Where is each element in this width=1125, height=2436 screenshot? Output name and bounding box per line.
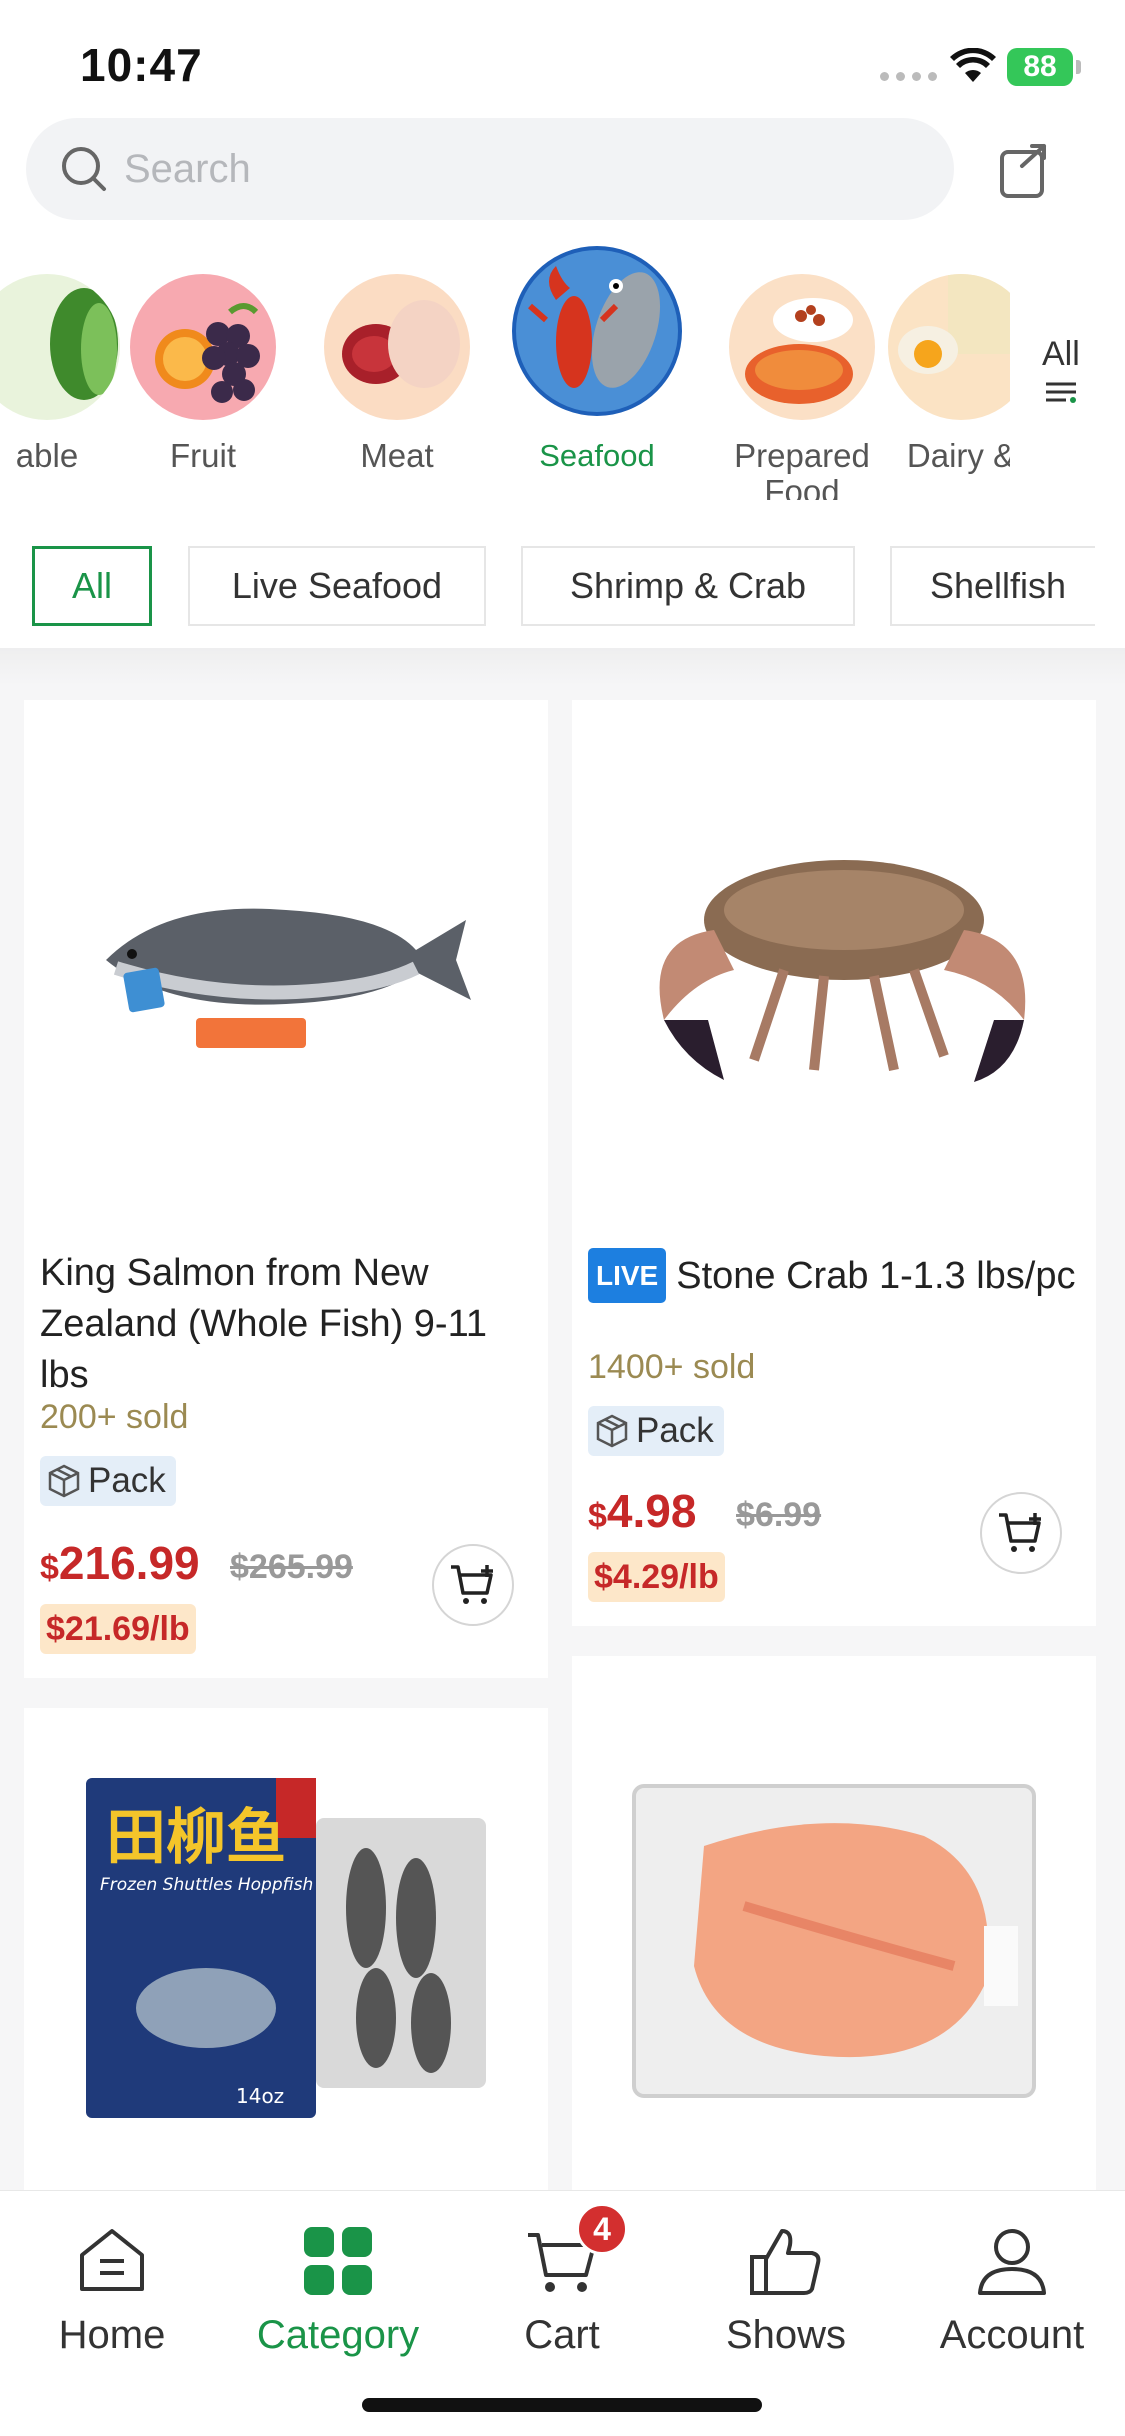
thumbs-up-icon <box>746 2221 826 2301</box>
search-bar[interactable] <box>26 118 954 220</box>
product-image <box>24 700 548 1220</box>
category-fruit[interactable]: Fruit <box>108 240 298 474</box>
live-badge: LIVE <box>588 1248 667 1303</box>
product-image <box>572 700 1096 1220</box>
seafood-image <box>512 246 682 416</box>
category-carousel: able Fruit Meat Seafood Prepared Food Da… <box>0 240 1125 500</box>
all-categories-button[interactable]: All <box>1042 335 1080 413</box>
fruit-image <box>130 274 276 420</box>
package-icon <box>596 1414 628 1448</box>
cellular-signal-icon <box>880 72 937 81</box>
sold-count: 200+ sold <box>40 1398 189 1436</box>
product-price: $4.98 <box>588 1485 697 1537</box>
tab-all[interactable]: All <box>32 546 152 626</box>
tab-live-seafood[interactable]: Live Seafood <box>188 546 486 626</box>
nav-account[interactable]: Account <box>912 2221 1112 2358</box>
category-seafood[interactable]: Seafood <box>502 240 692 474</box>
product-image <box>572 1696 1096 2176</box>
product-card[interactable]: LIVE Stone Crab 1-1.3 lbs/pc 1400+ sold P… <box>572 700 1096 1626</box>
subcategory-tabs: All Live Seafood Shrimp & Crab Shellfish <box>0 540 1125 630</box>
home-indicator <box>362 2398 762 2412</box>
unit-price: $4.29/lb <box>588 1552 725 1602</box>
tab-shellfish[interactable]: Shellfish <box>890 546 1125 626</box>
product-grid: King Salmon from New Zealand (Whole Fish… <box>0 686 1125 2190</box>
unit-price: $21.69/lb <box>40 1604 196 1654</box>
nav-category[interactable]: Category <box>238 2221 438 2358</box>
search-input[interactable] <box>124 146 884 192</box>
sold-count: 1400+ sold <box>588 1348 756 1386</box>
original-price: $265.99 <box>230 1548 353 1586</box>
pack-badge: Pack <box>40 1456 176 1506</box>
home-icon <box>72 2221 152 2301</box>
product-title: LIVE Stone Crab 1-1.3 lbs/pc <box>588 1248 1078 1303</box>
product-card[interactable] <box>572 1656 1096 2190</box>
svg-text:田柳鱼: 田柳鱼 <box>106 1803 286 1873</box>
pack-badge: Pack <box>588 1406 724 1456</box>
add-to-cart-icon <box>999 1513 1041 1552</box>
meat-image <box>324 274 470 420</box>
nav-shows[interactable]: Shows <box>686 2221 886 2358</box>
status-time: 10:47 <box>80 39 203 91</box>
section-divider <box>0 648 1125 686</box>
add-to-cart-button[interactable] <box>980 1492 1062 1574</box>
package-icon <box>48 1464 80 1498</box>
package-weight: 14oz <box>236 2084 284 2108</box>
product-card[interactable]: 田柳鱼 Frozen Shuttles Hoppfish 14oz <box>24 1708 548 2190</box>
tab-shrimp-crab[interactable]: Shrimp & Crab <box>521 546 855 626</box>
status-bar: 10:47 88 <box>0 0 1125 110</box>
menu-icon <box>1045 382 1076 403</box>
product-price: $216.99 <box>40 1537 200 1589</box>
vegetable-image <box>0 274 120 420</box>
wifi-icon <box>950 48 996 82</box>
product-card[interactable]: King Salmon from New Zealand (Whole Fish… <box>24 700 548 1678</box>
battery-indicator: 88 <box>1007 48 1081 86</box>
category-meat[interactable]: Meat <box>302 240 492 474</box>
prepared-food-image <box>729 274 875 420</box>
product-title: King Salmon from New Zealand (Whole Fish… <box>40 1252 488 1396</box>
cart-count-badge: 4 <box>576 2203 628 2255</box>
nav-home[interactable]: Home <box>12 2221 212 2358</box>
add-to-cart-button[interactable] <box>432 1544 514 1626</box>
category-grid-icon <box>298 2221 378 2301</box>
nav-cart[interactable]: Cart <box>462 2221 662 2358</box>
product-image: 田柳鱼 Frozen Shuttles Hoppfish 14oz <box>24 1708 548 2188</box>
add-to-cart-icon <box>451 1565 493 1604</box>
package-label: Frozen Shuttles Hoppfish <box>100 1875 313 1895</box>
search-icon <box>58 143 110 195</box>
original-price: $6.99 <box>736 1496 822 1534</box>
share-icon[interactable] <box>992 138 1056 202</box>
account-icon <box>972 2221 1052 2301</box>
